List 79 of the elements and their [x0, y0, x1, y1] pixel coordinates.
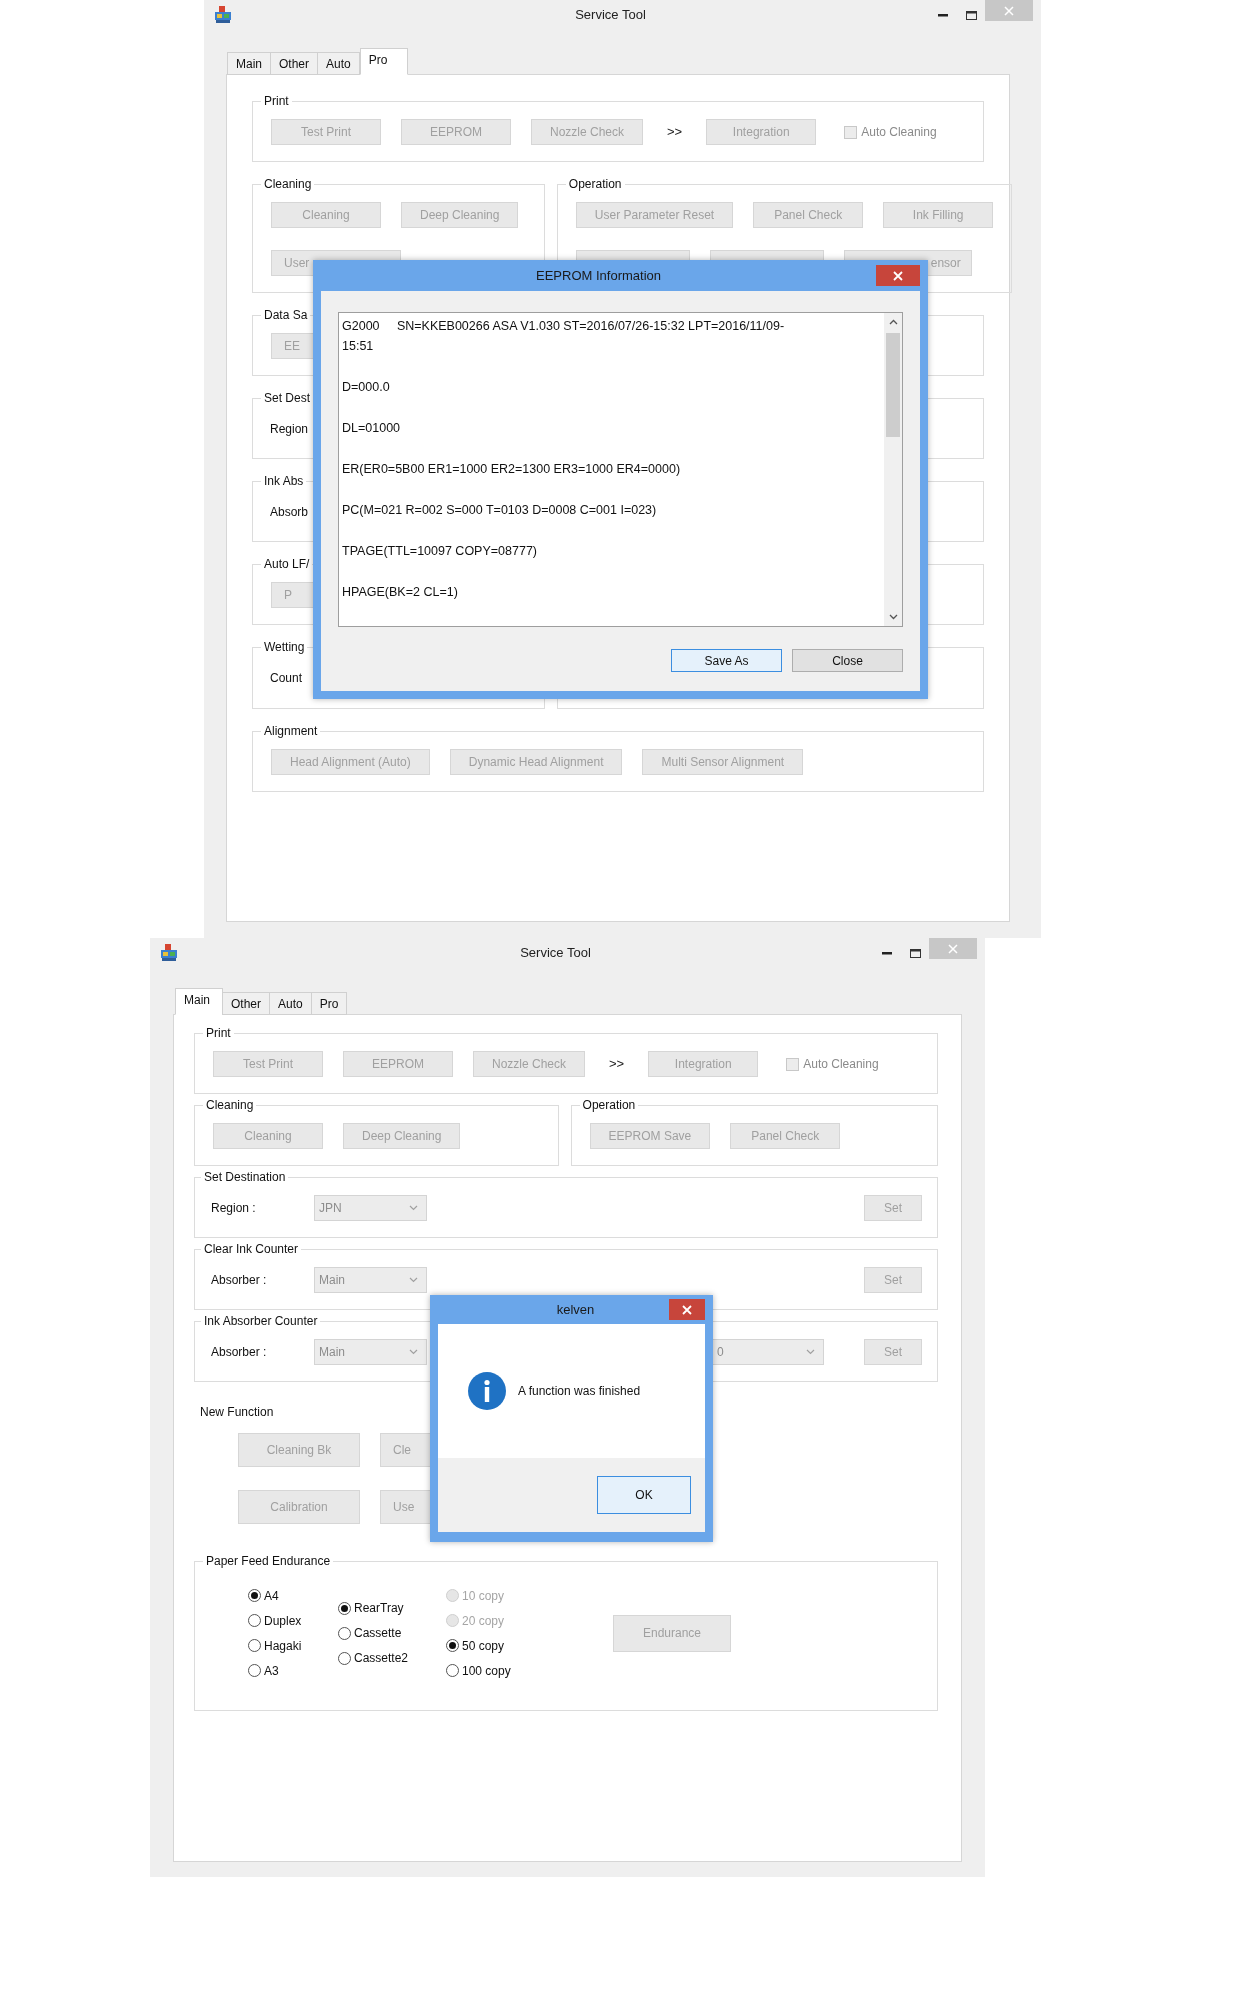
- dialog-button[interactable]: Close: [792, 649, 903, 672]
- radio-option[interactable]: A4: [248, 1583, 338, 1608]
- text-line: TPAGE(TTL=10097 COPY=08777): [342, 543, 538, 560]
- scrollbar[interactable]: [884, 313, 902, 626]
- window-title: Service Tool: [519, 944, 592, 963]
- radio-button[interactable]: [248, 1639, 261, 1652]
- radio-option[interactable]: Cassette: [338, 1620, 446, 1646]
- radio-option[interactable]: Cassette2: [338, 1645, 446, 1671]
- group-title: Alignment: [261, 724, 321, 739]
- close-button[interactable]: [876, 265, 920, 286]
- text-line: HPAGE(BK=2 CL=1): [342, 584, 459, 601]
- dialog-title: EEPROM Information: [535, 266, 662, 285]
- group-title: Cleaning: [261, 177, 315, 192]
- radio-option[interactable]: RearTray: [338, 1595, 446, 1621]
- tab[interactable]: Auto: [317, 52, 360, 75]
- minimize-icon: [938, 13, 948, 17]
- info-icon: [468, 1372, 506, 1410]
- tab[interactable]: Pro: [310, 992, 348, 1015]
- close-icon: [948, 943, 958, 954]
- radio-option[interactable]: A3: [248, 1658, 338, 1683]
- group-title: Wetting: [261, 640, 308, 655]
- field-label: Region: [270, 421, 309, 438]
- radio-option[interactable]: Duplex: [248, 1608, 338, 1633]
- radio-option[interactable]: 50 copy: [446, 1633, 613, 1658]
- close-icon: [893, 270, 903, 281]
- tab[interactable]: Auto: [269, 992, 312, 1015]
- text-area[interactable]: [338, 312, 903, 627]
- radio-option[interactable]: 100 copy: [446, 1658, 613, 1683]
- arrow-label: >>: [608, 1055, 626, 1074]
- dialog-button[interactable]: Save As: [671, 649, 782, 672]
- field-label: Absorber :: [211, 1272, 268, 1289]
- app-icon: [214, 6, 232, 24]
- text-line: DL=01000: [342, 420, 402, 437]
- group-title: Operation: [579, 1098, 639, 1113]
- group-title: Operation: [565, 177, 625, 192]
- chevron-down-icon: [806, 1349, 815, 1355]
- radio-button[interactable]: [248, 1614, 261, 1627]
- close-icon: [1004, 5, 1014, 16]
- scroll-up-icon: [888, 319, 898, 325]
- chevron-down-icon: [409, 1349, 418, 1355]
- radio-button[interactable]: [446, 1664, 459, 1677]
- text-line: PC(M=021 R=002 S=000 T=0103 D=0008 C=001 I=023): [342, 502, 658, 519]
- tab[interactable]: Main: [175, 988, 223, 1015]
- field-label: Region :: [211, 1200, 257, 1217]
- radio-button[interactable]: [446, 1639, 459, 1652]
- radio-button[interactable]: [338, 1601, 351, 1615]
- section-title: New Function: [199, 1404, 275, 1421]
- scroll-thumb[interactable]: [886, 333, 900, 437]
- message-text: A function was finished: [518, 1383, 641, 1400]
- group-title: Cleaning: [203, 1098, 257, 1113]
- radio-button[interactable]: [338, 1651, 351, 1665]
- arrow-label: >>: [666, 123, 684, 142]
- close-icon: [682, 1304, 692, 1315]
- chevron-down-icon: [409, 1277, 418, 1283]
- chevron-down-icon: [409, 1205, 418, 1211]
- group-title: Paper Feed Endurance: [203, 1554, 334, 1569]
- text-line: ER(ER0=5B00 ER1=1000 ER2=1300 ER3=1000 ER4=0000): [342, 461, 682, 478]
- tab[interactable]: Other: [222, 992, 270, 1015]
- radio-button[interactable]: [248, 1664, 261, 1677]
- maximize-icon: [965, 10, 977, 20]
- app-icon: [160, 944, 178, 962]
- radio-button[interactable]: [248, 1589, 261, 1602]
- dialog-title: kelven: [555, 1300, 596, 1319]
- window-title: Service Tool: [574, 6, 647, 25]
- tab[interactable]: Main: [227, 52, 271, 75]
- dialog-button[interactable]: OK: [597, 1476, 691, 1514]
- close-button[interactable]: [669, 1299, 705, 1320]
- radio-option[interactable]: Hagaki: [248, 1633, 338, 1658]
- minimize-icon: [882, 951, 892, 955]
- scroll-down-icon: [888, 614, 898, 620]
- text-line: D=000.0: [342, 379, 391, 396]
- tab[interactable]: Pro: [359, 48, 408, 75]
- field-label: Absorber :: [211, 1344, 268, 1361]
- text-line: G2000 SN=KKEB00266 ASA V1.030 ST=2016/07/26-15:32 LPT=2016/11/09- 15:51: [342, 318, 786, 355]
- field-label: Count: [270, 670, 303, 687]
- maximize-icon: [909, 948, 921, 958]
- field-label: Absorb: [270, 504, 309, 521]
- tab[interactable]: Other: [270, 52, 319, 75]
- radio-button[interactable]: [338, 1626, 351, 1640]
